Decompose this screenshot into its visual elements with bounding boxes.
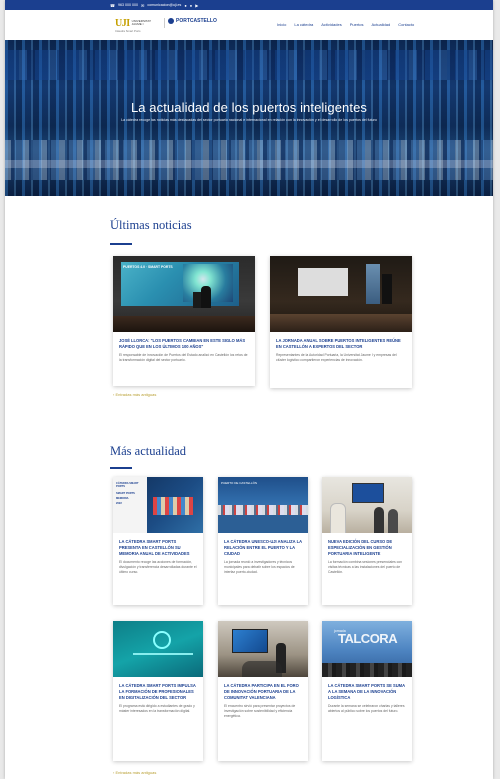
news-card-image[interactable]: CÁTEDRA SMART PORTS SMART PORTS MEMORIA … (113, 477, 203, 533)
news-card[interactable]: Nueva edición del curso de especializaci… (322, 477, 412, 605)
news-card-title[interactable]: La Cátedra Smart Ports se suma a la sema… (322, 677, 412, 701)
section-title-latest: Últimas noticias (110, 218, 192, 232)
news-card-title[interactable]: Nueva edición del curso de especializaci… (322, 533, 412, 557)
mail-icon: ✉ (140, 2, 145, 8)
phone-icon: ☎ (110, 2, 115, 8)
news-card-image[interactable]: PUERTO DE CASTELLÓN (218, 477, 308, 533)
nav-item-catedra[interactable]: La cátedra (294, 22, 313, 27)
hero-banner: La actualidad de los puertos inteligente… (5, 40, 493, 196)
news-card[interactable]: PUERTOS 4.0 · SMART PORTS José Llorca: "… (113, 256, 255, 386)
hero-highlight (5, 160, 493, 168)
news-card-image[interactable] (322, 477, 412, 533)
news-card-image[interactable]: PUERTOS 4.0 · SMART PORTS (113, 256, 255, 332)
section-title-more: Más actualidad (110, 444, 187, 458)
news-card-title[interactable]: La cátedra participa en el foro de innov… (218, 677, 308, 701)
top-bar: ☎ 963 000 000 ✉ comunicacion@uji.es ● ● … (5, 0, 493, 10)
nav-item-actividades[interactable]: Actividades (321, 22, 341, 27)
logo-divider (164, 18, 165, 28)
older-posts-link[interactable]: ‹ Entradas más antiguas (113, 770, 156, 775)
older-posts-link[interactable]: ‹ Entradas más antiguas (113, 392, 156, 397)
news-card-desc: El responsable de innovación de Puertos … (119, 353, 248, 362)
youtube-icon[interactable]: ▶ (195, 3, 198, 8)
news-card-title[interactable]: José Llorca: "Los puertos cambian en est… (113, 332, 255, 350)
hero-subtitle: La cátedra recoge las noticias más desta… (121, 118, 377, 122)
top-email[interactable]: comunicacion@uji.es (147, 3, 181, 7)
news-card[interactable]: La cátedra participa en el foro de innov… (218, 621, 308, 761)
uji-logo[interactable]: UJI UNIVERSITAT JAUME I Càtedra Smart Por… (115, 16, 161, 34)
portcastello-icon (168, 18, 174, 24)
news-card[interactable]: PUERTO DE CASTELLÓN La Cátedra UNESCO-UJ… (218, 477, 308, 605)
portcastello-text: PORTCASTELLO (176, 18, 217, 24)
news-card-desc: La jornada reunió a investigadores y téc… (224, 560, 295, 574)
news-card[interactable]: CÁTEDRA SMART PORTS SMART PORTS MEMORIA … (113, 477, 203, 605)
news-card-desc: Durante la semana se celebraron charlas … (328, 704, 405, 713)
news-card-image[interactable] (113, 621, 203, 677)
twitter-icon[interactable]: ● (184, 3, 186, 8)
section-underline (110, 243, 132, 245)
nav-item-inicio[interactable]: Inicio (277, 22, 286, 27)
nav-item-puertos[interactable]: Puertos (350, 22, 364, 27)
site-header: UJI UNIVERSITAT JAUME I Càtedra Smart Por… (5, 10, 493, 41)
uji-logo-text: UNIVERSITAT JAUME I (131, 18, 152, 26)
main-nav: Inicio La cátedra Actividades Puertos Ac… (277, 22, 414, 27)
linkedin-icon[interactable]: ● (190, 3, 192, 8)
nav-item-actualidad[interactable]: Actualidad (372, 22, 391, 27)
news-card-title[interactable]: La Cátedra Smart Ports impulsa la formac… (113, 677, 203, 701)
top-phone[interactable]: 963 000 000 (118, 3, 138, 7)
news-card[interactable]: jornada TALCORA La Cátedra Smart Ports s… (322, 621, 412, 761)
news-card-desc: El programa está dirigido a estudiantes … (119, 704, 195, 713)
portcastello-logo[interactable]: PORTCASTELLO (168, 18, 217, 24)
news-card-desc: El documento recoge las acciones de form… (119, 560, 197, 574)
news-card-image[interactable]: jornada TALCORA (322, 621, 412, 677)
section-underline (110, 467, 132, 469)
news-card[interactable]: La jornada anual sobre puertos inteligen… (270, 256, 412, 388)
image-tag: PUERTOS 4.0 · SMART PORTS (123, 265, 173, 269)
news-card-image[interactable] (270, 256, 412, 332)
uji-logo-sub: Càtedra Smart Ports (115, 29, 141, 33)
page: ☎ 963 000 000 ✉ comunicacion@uji.es ● ● … (5, 0, 493, 779)
news-card-title[interactable]: La jornada anual sobre puertos inteligen… (270, 332, 412, 350)
uji-logo-mark: UJI (115, 17, 130, 29)
hero-title: La actualidad de los puertos inteligente… (130, 100, 368, 115)
news-card-title[interactable]: La Cátedra UNESCO-UJI analiza la relació… (218, 533, 308, 557)
nav-item-contacto[interactable]: Contacto (398, 22, 414, 27)
news-card-title[interactable]: La Cátedra Smart Ports presenta en Caste… (113, 533, 203, 557)
news-card-desc: El encuentro sirvió para presentar proye… (224, 704, 296, 718)
news-card-image[interactable] (218, 621, 308, 677)
news-card[interactable]: La Cátedra Smart Ports impulsa la formac… (113, 621, 203, 761)
news-card-desc: Representantes de la Autoridad Portuaria… (276, 353, 397, 362)
hero-texture (5, 50, 493, 80)
news-card-desc: La formación combina sesiones presencial… (328, 560, 403, 574)
